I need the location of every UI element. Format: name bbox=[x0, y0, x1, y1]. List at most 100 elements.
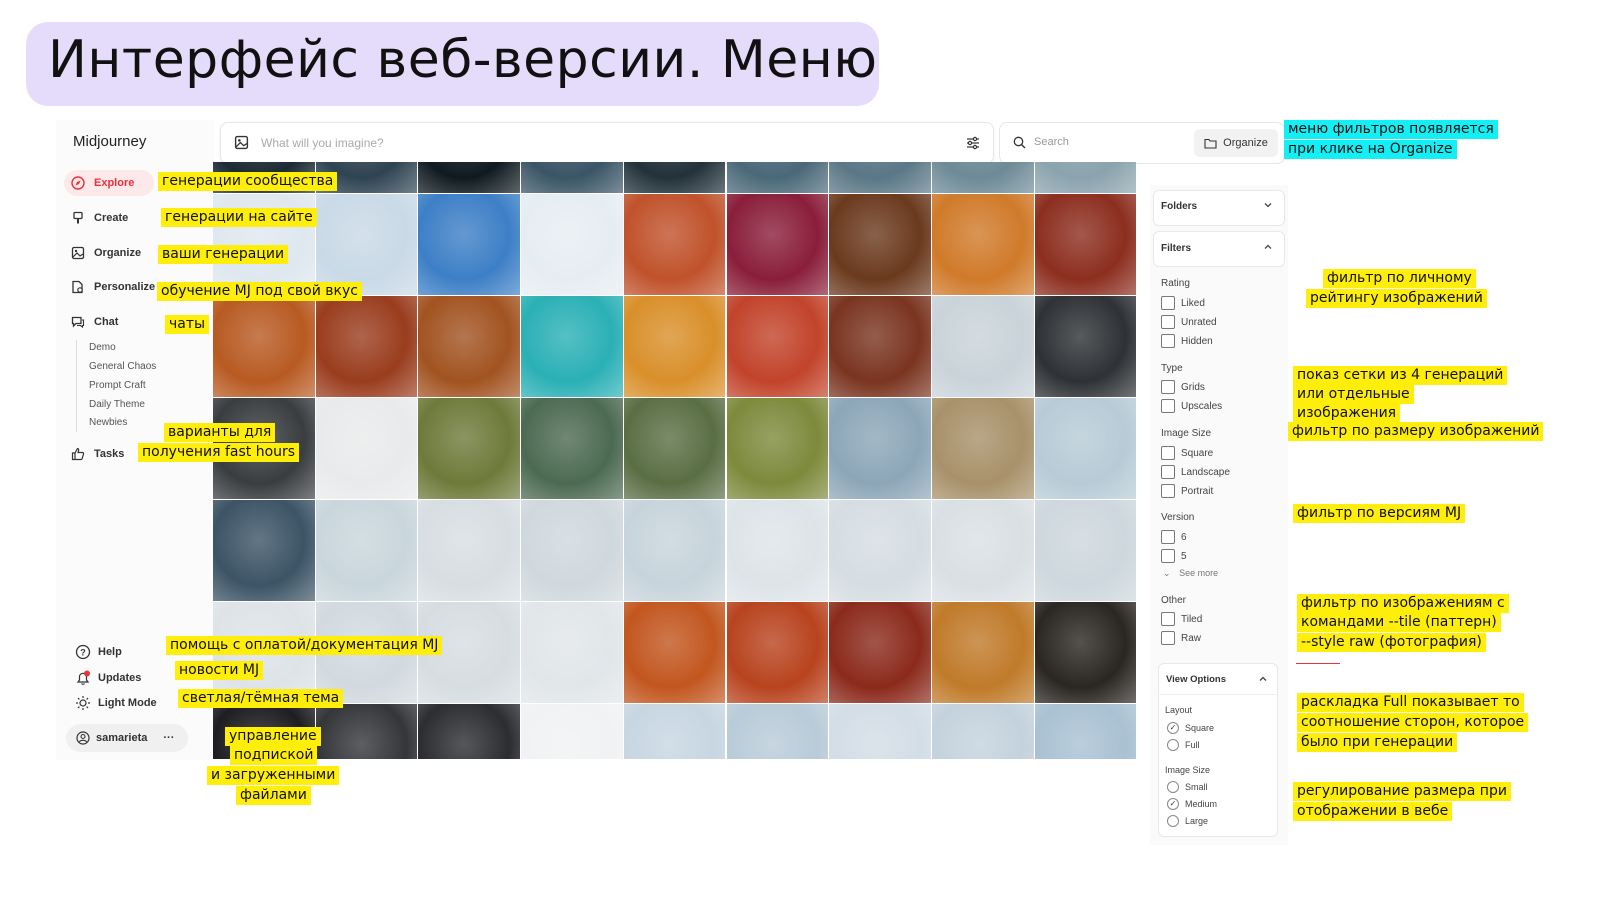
filter-version-5[interactable]: 5 bbox=[1161, 549, 1187, 563]
image-thumbnail[interactable] bbox=[623, 704, 726, 759]
filter-raw[interactable]: Raw bbox=[1161, 631, 1201, 645]
checkbox[interactable] bbox=[1161, 334, 1175, 348]
checkbox[interactable] bbox=[1161, 446, 1175, 460]
user-menu-button[interactable]: ··· bbox=[163, 732, 174, 744]
checkbox[interactable] bbox=[1161, 530, 1175, 544]
image-thumbnail[interactable] bbox=[931, 398, 1034, 499]
checkbox[interactable] bbox=[1161, 549, 1175, 563]
image-thumbnail[interactable] bbox=[829, 398, 931, 499]
see-more-versions[interactable]: ⌄ See more bbox=[1163, 568, 1218, 579]
filter-hidden[interactable]: Hidden bbox=[1161, 334, 1213, 348]
image-thumbnail[interactable] bbox=[931, 704, 1034, 759]
chat-room-newbies[interactable]: Newbies bbox=[89, 417, 127, 428]
image-thumbnail[interactable] bbox=[623, 500, 726, 601]
chat-room-prompt-craft[interactable]: Prompt Craft bbox=[89, 380, 146, 391]
image-thumbnail[interactable] bbox=[1034, 602, 1137, 703]
image-thumbnail[interactable] bbox=[1034, 398, 1137, 499]
image-thumbnail[interactable] bbox=[315, 500, 418, 601]
filter-landscape[interactable]: Landscape bbox=[1161, 465, 1230, 479]
image-thumbnail[interactable] bbox=[418, 296, 521, 397]
nav-chat[interactable]: Chat bbox=[64, 309, 118, 335]
image-thumbnail[interactable] bbox=[1034, 296, 1137, 397]
radio[interactable] bbox=[1167, 739, 1179, 751]
image-thumbnail[interactable] bbox=[1034, 704, 1137, 759]
radio-checked[interactable]: ✓ bbox=[1167, 798, 1179, 810]
image-thumbnail[interactable] bbox=[1034, 162, 1137, 193]
nav-organize[interactable]: Organize bbox=[64, 240, 141, 266]
nav-explore[interactable]: Explore bbox=[64, 170, 154, 196]
image-thumbnail[interactable] bbox=[315, 704, 418, 759]
view-options-label[interactable]: View Options bbox=[1166, 674, 1226, 685]
image-thumbnail[interactable] bbox=[418, 704, 521, 759]
image-thumbnail[interactable] bbox=[829, 194, 931, 295]
prompt-bar[interactable]: What will you imagine? bbox=[220, 122, 994, 164]
image-thumbnail[interactable] bbox=[315, 194, 418, 295]
filter-square[interactable]: Square bbox=[1161, 446, 1213, 460]
image-thumbnail[interactable] bbox=[829, 602, 931, 703]
chat-room-general-chaos[interactable]: General Chaos bbox=[89, 361, 156, 372]
image-thumbnail[interactable] bbox=[829, 704, 931, 759]
image-thumbnail[interactable] bbox=[931, 194, 1034, 295]
image-thumbnail[interactable] bbox=[931, 162, 1034, 193]
nav-create[interactable]: Create bbox=[64, 205, 128, 231]
image-thumbnail[interactable] bbox=[1034, 194, 1137, 295]
filter-upscales[interactable]: Upscales bbox=[1161, 399, 1222, 413]
image-thumbnail[interactable] bbox=[623, 398, 726, 499]
sliders-icon[interactable] bbox=[965, 135, 981, 156]
chat-room-daily-theme[interactable]: Daily Theme bbox=[89, 399, 145, 410]
image-thumbnail[interactable] bbox=[726, 296, 829, 397]
image-thumbnail[interactable] bbox=[521, 704, 623, 759]
image-thumbnail[interactable] bbox=[315, 296, 418, 397]
image-thumbnail[interactable] bbox=[521, 602, 623, 703]
image-thumbnail[interactable] bbox=[829, 500, 931, 601]
radio-checked[interactable]: ✓ bbox=[1167, 722, 1179, 734]
nav-updates[interactable]: Updates bbox=[74, 669, 141, 687]
image-thumbnail[interactable] bbox=[521, 500, 623, 601]
search-input[interactable]: Search bbox=[1034, 136, 1069, 148]
image-thumbnail[interactable] bbox=[726, 194, 829, 295]
image-size-small[interactable]: Small bbox=[1167, 781, 1208, 793]
image-thumbnail[interactable] bbox=[726, 162, 829, 193]
image-thumbnail[interactable] bbox=[418, 398, 521, 499]
brand-logo[interactable]: Midjourney bbox=[73, 133, 146, 150]
checkbox[interactable] bbox=[1161, 380, 1175, 394]
image-thumbnail[interactable] bbox=[521, 194, 623, 295]
image-thumbnail[interactable] bbox=[931, 296, 1034, 397]
image-size-large[interactable]: Large bbox=[1167, 815, 1208, 827]
checkbox[interactable] bbox=[1161, 612, 1175, 626]
image-thumbnail[interactable] bbox=[931, 602, 1034, 703]
filter-tiled[interactable]: Tiled bbox=[1161, 612, 1202, 626]
image-thumbnail[interactable] bbox=[418, 162, 521, 193]
layout-full[interactable]: Full bbox=[1167, 739, 1200, 751]
image-thumbnail[interactable] bbox=[931, 500, 1034, 601]
image-thumbnail[interactable] bbox=[726, 704, 829, 759]
image-thumbnail[interactable] bbox=[829, 296, 931, 397]
image-size-medium[interactable]: ✓ Medium bbox=[1167, 798, 1217, 810]
checkbox[interactable] bbox=[1161, 399, 1175, 413]
image-thumbnail[interactable] bbox=[315, 398, 418, 499]
radio[interactable] bbox=[1167, 781, 1179, 793]
image-icon[interactable] bbox=[234, 135, 249, 155]
filter-version-6[interactable]: 6 bbox=[1161, 530, 1187, 544]
image-thumbnail[interactable] bbox=[726, 500, 829, 601]
filter-grids[interactable]: Grids bbox=[1161, 380, 1205, 394]
filter-liked[interactable]: Liked bbox=[1161, 296, 1205, 310]
nav-tasks[interactable]: Tasks bbox=[64, 441, 124, 467]
image-thumbnail[interactable] bbox=[726, 602, 829, 703]
organize-button[interactable]: Organize bbox=[1194, 129, 1278, 157]
image-thumbnail[interactable] bbox=[418, 500, 521, 601]
image-thumbnail[interactable] bbox=[521, 162, 623, 193]
image-thumbnail[interactable] bbox=[213, 296, 315, 397]
image-thumbnail[interactable] bbox=[521, 296, 623, 397]
nav-light-mode[interactable]: Light Mode bbox=[74, 694, 157, 712]
prompt-input[interactable]: What will you imagine? bbox=[261, 136, 384, 150]
image-thumbnail[interactable] bbox=[623, 296, 726, 397]
filter-portrait[interactable]: Portrait bbox=[1161, 484, 1213, 498]
image-thumbnail[interactable] bbox=[1034, 500, 1137, 601]
image-thumbnail[interactable] bbox=[213, 500, 315, 601]
image-thumbnail[interactable] bbox=[521, 398, 623, 499]
filter-unrated[interactable]: Unrated bbox=[1161, 315, 1217, 329]
image-thumbnail[interactable] bbox=[623, 602, 726, 703]
checkbox[interactable] bbox=[1161, 465, 1175, 479]
checkbox[interactable] bbox=[1161, 296, 1175, 310]
